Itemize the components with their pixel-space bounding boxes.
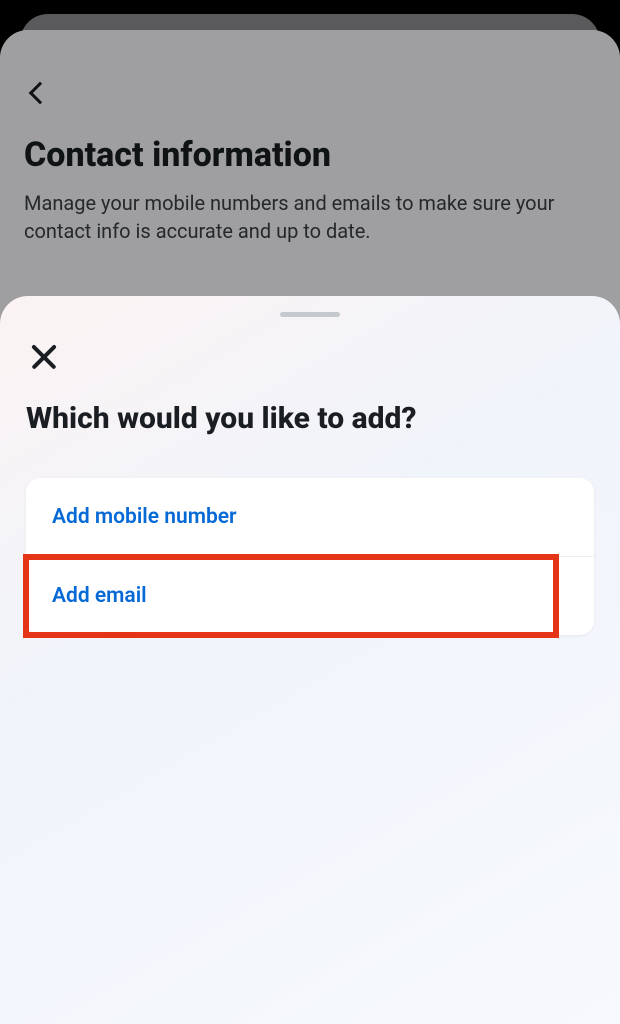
add-mobile-number-option[interactable]: Add mobile number xyxy=(26,478,594,556)
close-icon[interactable] xyxy=(30,343,58,371)
add-contact-bottom-sheet: Which would you like to add? Add mobile … xyxy=(0,296,620,1024)
drag-handle[interactable] xyxy=(280,312,340,317)
contact-option-list: Add mobile number Add email xyxy=(26,478,594,635)
add-email-option[interactable]: Add email xyxy=(26,557,594,635)
sheet-title: Which would you like to add? xyxy=(26,401,594,436)
